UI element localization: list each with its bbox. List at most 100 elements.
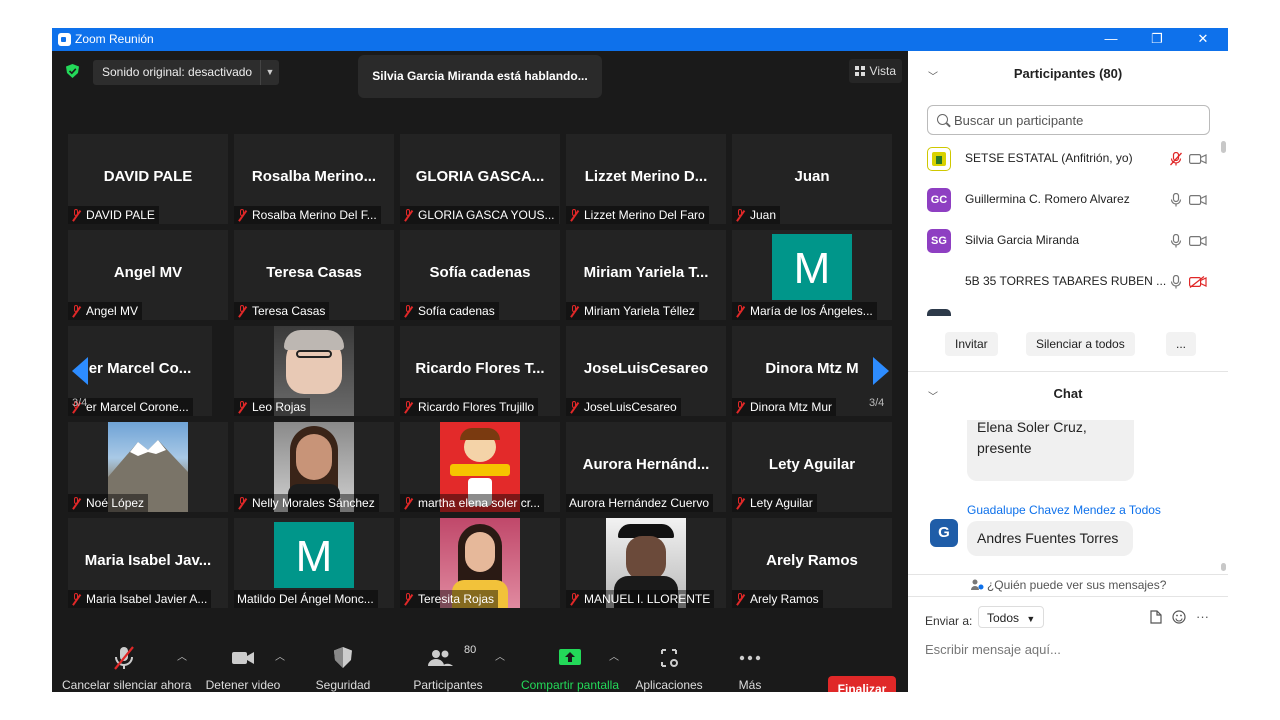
maximize-button[interactable]: ❐	[1134, 28, 1180, 51]
participant-tile[interactable]: JoseLuisCesareo JoseLuisCesareo	[566, 326, 726, 416]
participant-tile[interactable]: Teresa Casas Teresa Casas	[234, 230, 394, 320]
participant-tile[interactable]: M María de los Ángeles...	[732, 230, 892, 320]
previous-page-arrow-icon[interactable]	[72, 357, 88, 385]
participant-tile[interactable]: Juan Juan	[732, 134, 892, 224]
microphone-icon[interactable]	[1170, 193, 1182, 207]
end-meeting-button[interactable]: Finalizar	[828, 676, 896, 692]
participant-tile[interactable]: DAVID PALE DAVID PALE	[68, 134, 228, 224]
participant-list-item[interactable]: SETSE ESTATAL (Anfitrión, yo)	[927, 144, 1217, 174]
participant-name: Arely Ramos	[750, 592, 819, 606]
meeting-toolbar: Cancelar silenciar ahora ︿ Detener video…	[52, 640, 908, 692]
microphone-icon[interactable]	[1170, 234, 1182, 248]
chat-sender: Guadalupe Chavez Mendez a Todos	[967, 503, 1161, 517]
participant-tile[interactable]: martha elena soler cr...	[400, 422, 560, 512]
participant-name: Lety Aguilar	[750, 496, 813, 510]
original-sound-button[interactable]: Sonido original: desactivado ▼	[93, 60, 279, 85]
participant-tile[interactable]: Miriam Yariela T... Miriam Yariela Téllez	[566, 230, 726, 320]
participant-name-label: JoseLuisCesareo	[566, 398, 681, 416]
participant-tile[interactable]: Sofía cadenas Sofía cadenas	[400, 230, 560, 320]
participants-more-button[interactable]: ...	[1166, 332, 1197, 356]
chat-more-icon[interactable]: ···	[1196, 609, 1209, 624]
participant-tile[interactable]: Dinora Mtz M Dinora Mtz Mur	[732, 326, 892, 416]
who-can-see-messages[interactable]: ¿Quién puede ver sus mensajes?	[908, 578, 1228, 592]
muted-microphone-icon[interactable]	[1170, 152, 1182, 166]
more-button[interactable]: Más	[726, 644, 774, 692]
zoom-logo-icon	[58, 33, 71, 46]
share-options-chevron-icon[interactable]: ︿	[609, 648, 619, 663]
participant-display-name: Juan	[794, 168, 830, 185]
participant-name-label: Rosalba Merino Del F...	[234, 206, 381, 224]
participant-tile[interactable]: Rosalba Merino... Rosalba Merino Del F...	[234, 134, 394, 224]
participant-tile[interactable]: Aurora Hernánd... Aurora Hernández Cuervo	[566, 422, 726, 512]
participants-options-chevron-icon[interactable]: ︿	[495, 648, 505, 663]
chevron-down-icon[interactable]: ▼	[260, 60, 279, 85]
participant-name: Angel MV	[86, 304, 139, 318]
participants-count: 80	[464, 644, 477, 656]
encryption-shield-icon[interactable]	[66, 64, 79, 78]
participant-tile[interactable]: er Marcel Co... er Marcel Corone...	[68, 326, 212, 416]
video-options-chevron-icon[interactable]: ︿	[275, 648, 285, 663]
participant-tile[interactable]: Leo Rojas	[234, 326, 394, 416]
unmute-button[interactable]: Cancelar silenciar ahora	[62, 644, 191, 692]
participant-tile[interactable]: Ricardo Flores T... Ricardo Flores Trujil…	[400, 326, 560, 416]
video-camera-icon[interactable]	[1189, 235, 1207, 247]
participant-name: GLORIA GASCA YOUS...	[418, 208, 555, 222]
file-icon[interactable]	[1150, 610, 1162, 624]
participant-tile[interactable]: GLORIA GASCA... GLORIA GASCA YOUS...	[400, 134, 560, 224]
divider	[908, 574, 1228, 575]
participant-tile[interactable]: M Matildo Del Ángel Monc...	[234, 518, 394, 608]
chat-message-input[interactable]: Escribir mensaje aquí...	[925, 642, 1061, 657]
send-to-label: Enviar a:	[925, 614, 973, 628]
participant-tile[interactable]: Lizzet Merino D... Lizzet Merino Del Faro	[566, 134, 726, 224]
participant-tile[interactable]: Noé López	[68, 422, 228, 512]
participant-tile[interactable]: Teresita Rojas	[400, 518, 560, 608]
video-camera-icon[interactable]	[1189, 153, 1207, 165]
send-to-value: Todos	[987, 611, 1020, 625]
participant-list-scrollbar[interactable]	[1221, 141, 1226, 153]
video-camera-icon[interactable]	[1189, 194, 1207, 206]
mute-all-button[interactable]: Silenciar a todos	[1026, 332, 1135, 356]
chat-clip	[967, 415, 1137, 420]
participant-name-label: Teresa Casas	[234, 302, 330, 320]
participant-display-name: Sofía cadenas	[429, 264, 531, 281]
minimize-button[interactable]: —	[1088, 28, 1134, 51]
muted-microphone-icon	[403, 497, 413, 509]
original-sound-label: Sonido original: desactivado	[102, 65, 253, 79]
participant-display-name: Lizzet Merino D...	[584, 168, 708, 185]
share-screen-icon	[559, 649, 581, 665]
participant-tile[interactable]: Lety Aguilar Lety Aguilar	[732, 422, 892, 512]
participant-name: Teresita Rojas	[418, 592, 495, 606]
active-speaker-banner: Silvia Garcia Miranda está hablando...	[358, 55, 602, 98]
share-screen-button[interactable]: Compartir pantalla	[518, 644, 622, 692]
next-page-arrow-icon[interactable]	[873, 357, 889, 385]
participant-list-item[interactable]: SG Silvia Garcia Miranda	[927, 226, 1217, 256]
participant-name: Ricardo Flores Trujillo	[418, 400, 535, 414]
close-button[interactable]: ✕	[1180, 28, 1226, 51]
microphone-icon[interactable]	[1170, 275, 1182, 289]
participant-list-item[interactable]: 5B 35 TORRES TABARES RUBEN ...	[927, 267, 1217, 297]
participant-name-label: MANUEL I. LLORENTE	[566, 590, 715, 608]
participant-tile[interactable]: Arely Ramos Arely Ramos	[732, 518, 892, 608]
participant-name-label: Noé López	[68, 494, 149, 512]
video-area: Sonido original: desactivado ▼ Silvia Ga…	[52, 51, 908, 692]
muted-microphone-icon	[237, 209, 247, 221]
chat-scrollbar[interactable]	[1221, 563, 1226, 571]
send-to-dropdown[interactable]: Todos ▼	[978, 606, 1045, 628]
security-button[interactable]: Seguridad	[308, 644, 378, 692]
avatar: SG	[927, 229, 951, 253]
apps-button[interactable]: Aplicaciones	[632, 644, 706, 692]
participant-tile[interactable]: Angel MV Angel MV	[68, 230, 228, 320]
participants-button[interactable]: 80 Participantes	[408, 644, 488, 692]
participant-list-item[interactable]: GC Guillermina C. Romero Alvarez	[927, 185, 1217, 215]
video-off-icon[interactable]	[1189, 276, 1207, 288]
participant-display-name: Ricardo Flores T...	[415, 360, 545, 377]
emoji-icon[interactable]	[1172, 610, 1186, 624]
view-button[interactable]: Vista	[848, 59, 902, 83]
participant-name-label: Lizzet Merino Del Faro	[566, 206, 709, 224]
participant-tile[interactable]: Maria Isabel Jav... Maria Isabel Javier A…	[68, 518, 228, 608]
participant-tile[interactable]: Nelly Morales Sánchez	[234, 422, 394, 512]
participant-search-input[interactable]: Buscar un participante	[927, 105, 1210, 135]
participant-tile[interactable]: MANUEL I. LLORENTE	[566, 518, 726, 608]
invite-button[interactable]: Invitar	[945, 332, 998, 356]
audio-options-chevron-icon[interactable]: ︿	[177, 648, 187, 663]
